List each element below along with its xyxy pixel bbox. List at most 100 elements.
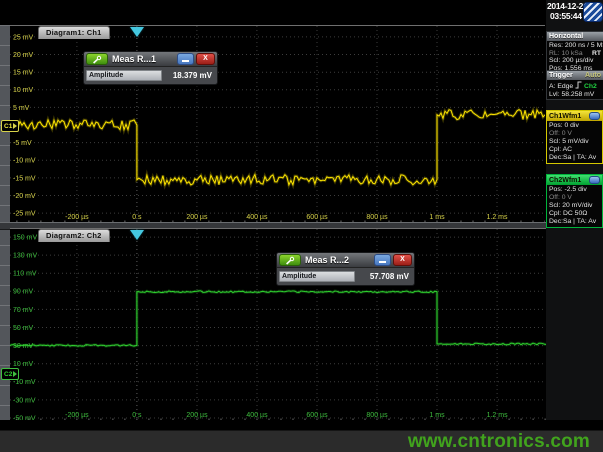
minimize-icon bbox=[182, 60, 189, 62]
right-arrow-icon bbox=[13, 371, 17, 377]
ch2-off: Off: 0 V bbox=[549, 194, 600, 202]
bottom-bar: www.cntronics.com bbox=[0, 430, 603, 452]
ch2-ground-level-marker[interactable]: C2 bbox=[1, 368, 19, 380]
y-tick-label: 150 mV bbox=[13, 235, 37, 242]
meas-popup-1-title: Meas R...1 bbox=[110, 54, 175, 64]
diagram1-tab[interactable]: Diagram1: Ch1 bbox=[38, 26, 110, 39]
x-tick-label: -200 µs bbox=[65, 214, 89, 221]
rohde-schwarz-logo-icon bbox=[583, 2, 603, 22]
bottom-gap bbox=[0, 420, 603, 430]
x-tick-label: 0 s bbox=[132, 214, 142, 221]
ch2wfm1-panel[interactable]: Ch2Wfm1 Pos: -2.5 div Off: 0 V Scl: 20 m… bbox=[546, 174, 603, 228]
ch1-ground-label: C1 bbox=[4, 123, 12, 130]
minimize-icon bbox=[379, 261, 386, 263]
ch1wfm1-title: Ch1Wfm1 bbox=[549, 113, 581, 120]
waveform-ch2 bbox=[10, 291, 597, 346]
trigger-level: Lvl: 58.258 mV bbox=[549, 91, 601, 99]
meas-settings-button[interactable] bbox=[279, 254, 301, 266]
y-tick-label: 15 mV bbox=[13, 70, 34, 77]
dialog-icon[interactable] bbox=[589, 112, 600, 120]
meas-settings-button[interactable] bbox=[86, 53, 108, 65]
x-tick-label: 400 µs bbox=[246, 412, 268, 419]
trigger-position-marker-ch2[interactable] bbox=[130, 230, 144, 240]
ch1wfm1-panel[interactable]: Ch1Wfm1 Pos: 0 div Off: 0 V Scl: 5 mV/di… bbox=[546, 110, 603, 164]
meas-2-label: Amplitude bbox=[279, 271, 355, 282]
trigger-position-marker-ch1[interactable] bbox=[130, 27, 144, 37]
horizontal-panel[interactable]: Horizontal Res: 200 ns / 5 MSa/s RL: 10 … bbox=[546, 31, 603, 74]
right-arrow-icon bbox=[13, 123, 17, 129]
diagram2-tab[interactable]: Diagram2: Ch2 bbox=[38, 229, 110, 242]
horizontal-rl: RL: 10 kSa bbox=[549, 50, 583, 58]
y-tick-label: 25 mV bbox=[13, 34, 34, 41]
y-tick-label: 90 mV bbox=[13, 289, 34, 296]
ch1-off: Off: 0 V bbox=[549, 130, 600, 138]
horizontal-panel-title: Horizontal bbox=[549, 33, 583, 40]
meas-popup-2-row: Amplitude 57.708 mV bbox=[277, 268, 414, 285]
y-tick-label: 70 mV bbox=[13, 307, 34, 314]
meas-1-label: Amplitude bbox=[86, 70, 162, 81]
y-tick-label: 20 mV bbox=[13, 52, 34, 59]
x-tick-label: 600 µs bbox=[306, 214, 328, 221]
y-tick-label: -10 mV bbox=[13, 379, 36, 386]
settings-sidebar: 2014-12-22 03:55:44 Horizontal Res: 200 … bbox=[546, 0, 603, 430]
ch1-dec: Dec:Sa | TA: Av bbox=[549, 154, 600, 162]
meas-popup-1: Meas R...1 X Amplitude 18.379 mV bbox=[83, 51, 218, 85]
ch2-scl: Scl: 20 mV/div bbox=[549, 202, 600, 210]
x-tick-label: 0 s bbox=[132, 412, 142, 419]
oscilloscope-screen: 25 mV20 mV15 mV10 mV5 mV-5 mV-10 mV-15 m… bbox=[0, 0, 603, 452]
x-tick-label: 800 µs bbox=[366, 412, 388, 419]
close-icon: X bbox=[203, 54, 208, 64]
x-tick-label: 1 ms bbox=[429, 214, 445, 221]
ch1-pos: Pos: 0 div bbox=[549, 122, 600, 130]
x-tick-label: 600 µs bbox=[306, 412, 328, 419]
meas-2-value: 57.708 mV bbox=[370, 272, 412, 281]
trigger-source: Ch2 bbox=[584, 83, 597, 90]
trigger-a-label: A: bbox=[549, 83, 555, 90]
y-tick-label: -20 mV bbox=[13, 193, 36, 200]
trigger-panel-title: Trigger bbox=[549, 72, 573, 79]
y-tick-label: -10 mV bbox=[13, 158, 36, 165]
x-tick-label: -200 µs bbox=[65, 412, 89, 419]
datetime-box: 2014-12-22 03:55:44 bbox=[546, 1, 603, 30]
meas-popup-2-titlebar[interactable]: Meas R...2 X bbox=[277, 253, 414, 268]
meas-popup-1-titlebar[interactable]: Meas R...1 X bbox=[84, 52, 217, 67]
x-tick-label: 1 ms bbox=[429, 412, 445, 419]
y-tick-label: 110 mV bbox=[13, 271, 37, 278]
x-tick-label: 400 µs bbox=[246, 214, 268, 221]
y-tick-label: -15 mV bbox=[13, 175, 36, 182]
horizontal-res: Res: 200 ns / 5 MSa/s bbox=[549, 42, 601, 50]
horizontal-rt: RT bbox=[592, 50, 601, 58]
ch1-scl: Scl: 5 mV/div bbox=[549, 138, 600, 146]
y-tick-label: 5 mV bbox=[13, 105, 30, 112]
close-button[interactable]: X bbox=[196, 53, 215, 65]
wrench-icon bbox=[92, 55, 102, 64]
ch2-ground-label: C2 bbox=[4, 371, 12, 378]
x-tick-label: 200 µs bbox=[186, 214, 208, 221]
x-tick-label: 200 µs bbox=[186, 412, 208, 419]
ch2-dec: Dec:Sa | TA: Av bbox=[549, 218, 600, 226]
horizontal-scl: Scl: 200 µs/div bbox=[549, 57, 601, 65]
waveform-ch1 bbox=[10, 110, 545, 185]
waveform-glow bbox=[10, 291, 597, 346]
y-tick-label: 50 mV bbox=[13, 325, 34, 332]
y-tick-label: 130 mV bbox=[13, 253, 37, 260]
meas-popup-2-title: Meas R...2 bbox=[303, 255, 372, 265]
dialog-icon[interactable] bbox=[589, 176, 600, 184]
close-button[interactable]: X bbox=[393, 254, 412, 266]
trigger-type: Edge bbox=[557, 83, 573, 90]
y-tick-label: 10 mV bbox=[13, 87, 34, 94]
trigger-mode: Auto bbox=[585, 72, 601, 79]
x-tick-label: 1.2 ms bbox=[487, 412, 509, 419]
minimize-button[interactable] bbox=[177, 53, 194, 65]
meas-popup-1-row: Amplitude 18.379 mV bbox=[84, 67, 217, 84]
trigger-panel[interactable]: Trigger Auto A: Edge Ch2 Lvl: 58.258 mV bbox=[546, 70, 603, 100]
y-tick-label: -25 mV bbox=[13, 211, 36, 218]
x-tick-label: 800 µs bbox=[366, 214, 388, 221]
minimize-button[interactable] bbox=[374, 254, 391, 266]
ch2-pos: Pos: -2.5 div bbox=[549, 186, 600, 194]
waveform-glow bbox=[10, 110, 545, 185]
ch1-ground-level-marker[interactable]: C1 bbox=[1, 120, 19, 132]
ch2-cpl: Cpl: DC 50Ω bbox=[549, 210, 600, 218]
ch1-cpl: Cpl: AC bbox=[549, 146, 600, 154]
wrench-icon bbox=[285, 256, 295, 265]
